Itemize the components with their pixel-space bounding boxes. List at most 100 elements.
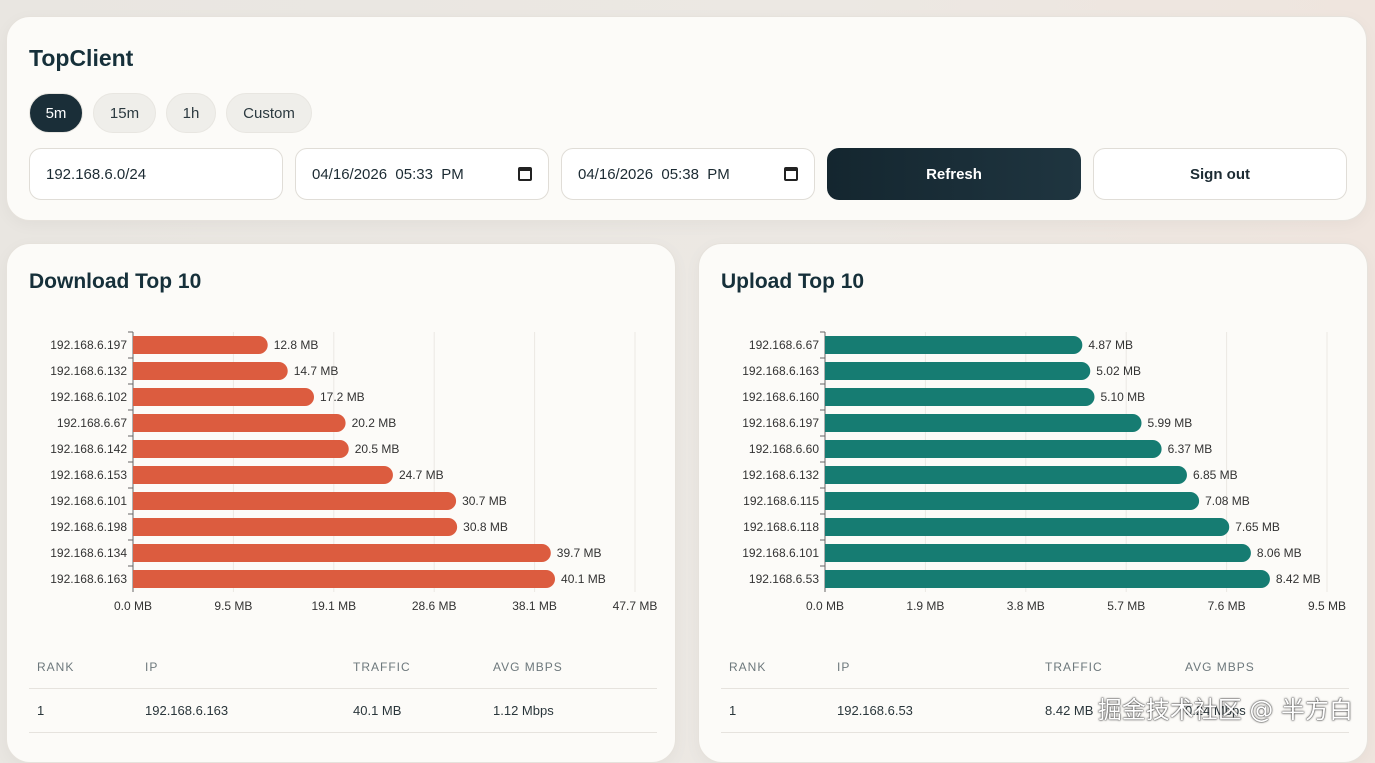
cell-rank: 1 [721, 688, 829, 733]
range-15m-button[interactable]: 15m [93, 93, 156, 133]
y-tick-label: 192.168.6.67 [749, 338, 819, 352]
cell-ip: 192.168.6.53 [829, 688, 1037, 733]
data-label: 40.1 MB [561, 572, 606, 586]
data-label: 30.8 MB [463, 520, 508, 534]
y-tick-label: 192.168.6.197 [742, 416, 819, 430]
y-tick-label: 192.168.6.115 [743, 494, 819, 508]
app-title: TopClient [29, 45, 134, 71]
col-avg: AVG MBPS [1177, 646, 1349, 689]
refresh-button[interactable]: Refresh [827, 148, 1081, 200]
bar [825, 336, 1083, 354]
bar [133, 336, 268, 354]
header-card: TopClient 5m 15m 1h Custom 192.168.6.0/2… [6, 16, 1367, 221]
end-datetime-input[interactable]: 04/16/2026 05:38 PM [561, 148, 815, 200]
data-label: 6.37 MB [1168, 442, 1213, 456]
y-tick-label: 192.168.6.67 [57, 416, 127, 430]
x-tick-label: 5.7 MB [1107, 599, 1145, 613]
col-traffic: TRAFFIC [345, 646, 485, 689]
download-panel: Download Top 10 0.0 MB 9.5 MB 19.1 MB 28.6 … [6, 243, 676, 763]
col-avg: AVG MBPS [485, 646, 657, 689]
x-tick-label: 7.6 MB [1208, 599, 1246, 613]
y-tick-label: 192.168.6.198 [50, 520, 127, 534]
data-label: 6.85 MB [1193, 468, 1238, 482]
start-datetime-input[interactable]: 04/16/2026 05:33 PM [295, 148, 549, 200]
bar [825, 388, 1095, 406]
cell-avg: 1.12 Mbps [485, 688, 657, 733]
data-label: 17.2 MB [320, 390, 365, 404]
watermark: 掘金技术社区 @ 半方白 [1097, 696, 1353, 724]
table-header-row: RANK IP TRAFFIC AVG MBPS [29, 646, 657, 689]
table-header-row: RANK IP TRAFFIC AVG MBPS [721, 646, 1349, 689]
bar [825, 492, 1200, 510]
x-tick-label: 38.1 MB [512, 599, 557, 613]
x-tick-label: 0.0 MB [114, 599, 152, 613]
data-label: 30.7 MB [462, 494, 507, 508]
bar [133, 518, 458, 536]
data-label: 39.7 MB [557, 546, 602, 560]
range-5m-button[interactable]: 5m [29, 93, 83, 133]
bar [133, 570, 556, 588]
y-tick-label: 192.168.6.134 [50, 546, 127, 560]
x-tick-label: 47.7 MB [613, 599, 658, 613]
subnet-value: 192.168.6.0/24 [46, 165, 147, 183]
y-tick-label: 192.168.6.132 [50, 364, 127, 378]
y-tick-label: 192.168.6.102 [50, 390, 127, 404]
y-tick-label: 192.168.6.142 [50, 442, 127, 456]
calendar-icon[interactable] [518, 167, 532, 181]
data-label: 12.8 MB [274, 338, 319, 352]
data-label: 5.02 MB [1096, 364, 1141, 378]
data-label: 20.5 MB [355, 442, 400, 456]
x-tick-label: 9.5 MB [1308, 599, 1346, 613]
table-row[interactable]: 1 192.168.6.163 40.1 MB 1.12 Mbps [29, 688, 657, 733]
y-tick-label: 192.168.6.101 [742, 546, 819, 560]
bar [133, 544, 551, 562]
bar [825, 518, 1230, 536]
data-label: 24.7 MB [399, 468, 444, 482]
col-ip: IP [829, 646, 1037, 689]
col-ip: IP [137, 646, 345, 689]
data-label: 7.65 MB [1235, 520, 1280, 534]
calendar-icon[interactable] [784, 167, 798, 181]
y-tick-label: 192.168.6.60 [749, 442, 819, 456]
x-tick-label: 9.5 MB [214, 599, 252, 613]
y-tick-label: 192.168.6.153 [50, 468, 127, 482]
upload-chart: 0.0 MB 1.9 MB 3.8 MB 5.7 MB 7.6 MB 9.5 MB 192.… [742, 331, 1346, 613]
y-tick-label: 192.168.6.163 [50, 572, 127, 586]
bar [825, 544, 1251, 562]
data-label: 8.06 MB [1257, 546, 1302, 560]
y-tick-label: 192.168.6.118 [743, 520, 819, 534]
range-1h-button[interactable]: 1h [166, 93, 216, 133]
sign-out-button[interactable]: Sign out [1093, 148, 1347, 200]
range-custom-button[interactable]: Custom [226, 93, 312, 133]
cell-ip: 192.168.6.163 [137, 688, 345, 733]
x-tick-label: 3.8 MB [1007, 599, 1045, 613]
y-tick-label: 192.168.6.160 [742, 390, 819, 404]
col-rank: RANK [29, 646, 137, 689]
bar [133, 492, 457, 510]
subnet-input[interactable]: 192.168.6.0/24 [29, 148, 283, 200]
bar [133, 414, 346, 432]
data-label: 20.2 MB [352, 416, 397, 430]
data-label: 5.10 MB [1100, 390, 1145, 404]
upload-panel: Upload Top 10 0.0 MB 1.9 MB 3.8 MB 5.7 MB 7.… [698, 243, 1368, 763]
col-rank: RANK [721, 646, 829, 689]
bar [825, 414, 1142, 432]
x-tick-label: 19.1 MB [311, 599, 356, 613]
end-value: 04/16/2026 05:38 PM [578, 165, 730, 183]
cell-traffic: 40.1 MB [345, 688, 485, 733]
bar [825, 440, 1162, 458]
y-tick-label: 192.168.6.132 [742, 468, 819, 482]
x-tick-label: 1.9 MB [906, 599, 944, 613]
bar [133, 388, 315, 406]
bar [133, 362, 288, 380]
cell-rank: 1 [29, 688, 137, 733]
download-table: RANK IP TRAFFIC AVG MBPS 1 192.168.6.163 40.1… [29, 646, 657, 733]
bar [825, 362, 1091, 380]
start-value: 04/16/2026 05:33 PM [312, 165, 464, 183]
data-label: 4.87 MB [1088, 338, 1133, 352]
y-tick-label: 192.168.6.53 [749, 572, 819, 586]
y-tick-label: 192.168.6.163 [742, 364, 819, 378]
y-tick-label: 192.168.6.197 [50, 338, 127, 352]
data-label: 5.99 MB [1148, 416, 1193, 430]
y-tick-label: 192.168.6.101 [50, 494, 127, 508]
